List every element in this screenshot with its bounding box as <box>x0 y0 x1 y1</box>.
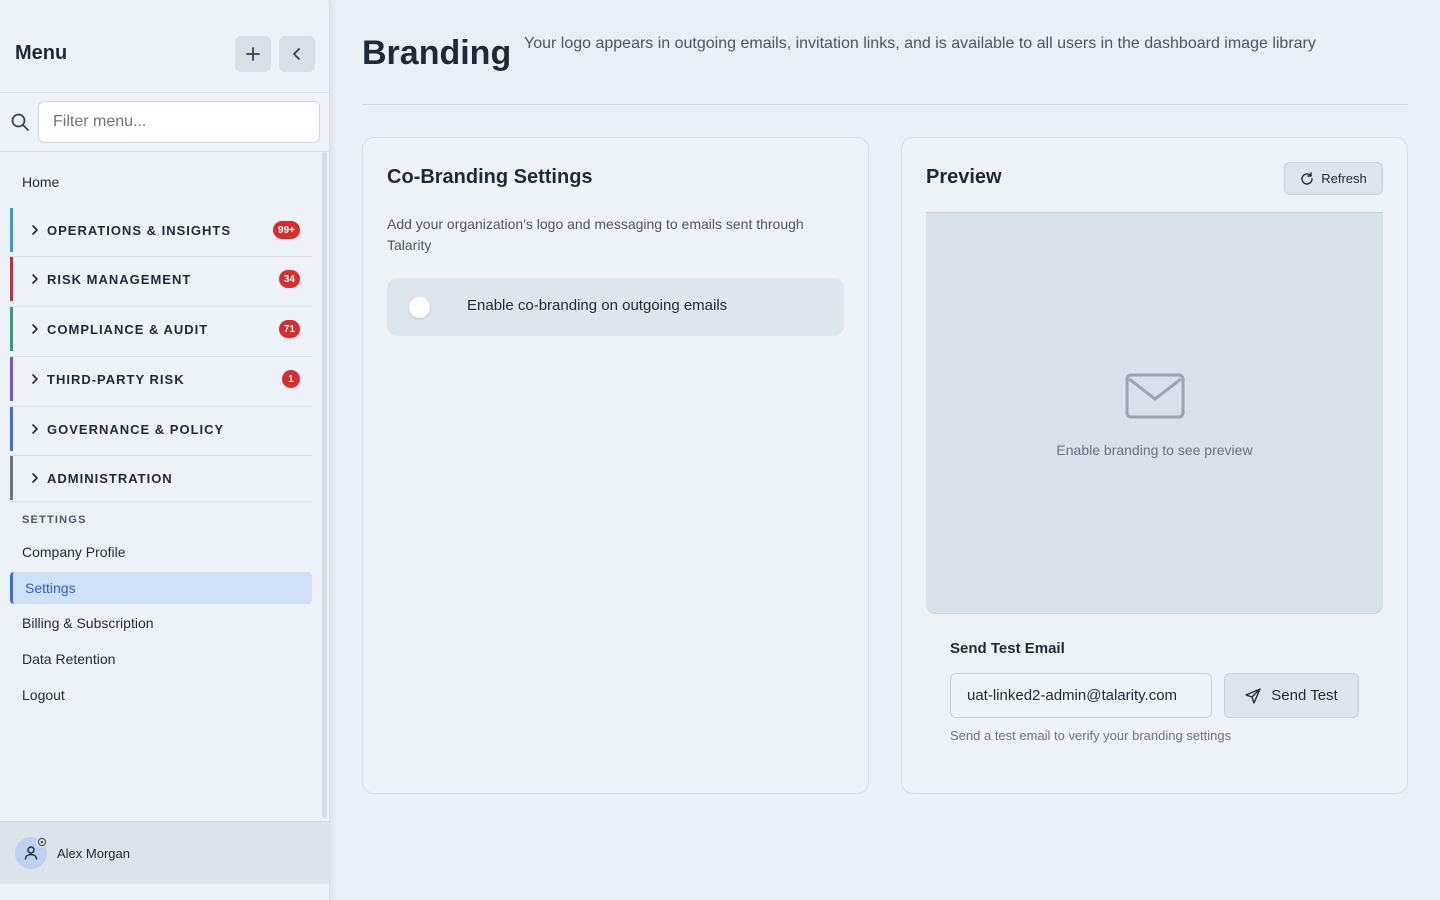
co-branding-description: Add your organization's logo and messagi… <box>387 216 804 253</box>
refresh-label: Refresh <box>1321 171 1367 186</box>
header-divider <box>362 104 1408 105</box>
co-branding-card: Co-Branding Settings Add your organizati… <box>362 137 869 794</box>
co-branding-toggle[interactable] <box>409 297 430 318</box>
mail-icon <box>1125 373 1185 419</box>
co-branding-toggle-row[interactable]: Enable co-branding on outgoing emails <box>387 278 844 336</box>
sidebar-group-administration[interactable]: ADMINISTRATION <box>10 456 312 500</box>
chevron-right-icon <box>32 374 38 384</box>
sidebar-group-risk-management[interactable]: RISK MANAGEMENT 34 <box>10 257 312 301</box>
user-name: Alex Morgan <box>57 846 130 861</box>
search-icon <box>11 113 29 131</box>
filter-menu-input[interactable] <box>38 101 320 143</box>
count-badge: 34 <box>278 270 300 288</box>
send-test-label: Send Test <box>1271 687 1338 704</box>
sidebar-group-label: OPERATIONS & INSIGHTS <box>47 222 231 238</box>
send-icon <box>1245 687 1261 704</box>
collapse-sidebar-button[interactable] <box>279 36 315 72</box>
send-test-hint: Send a test email to verify your brandin… <box>950 728 1232 743</box>
sidebar-group-operations-insights[interactable]: OPERATIONS & INSIGHTS 99+ <box>10 208 312 252</box>
preview-title: Preview <box>926 166 1002 188</box>
sidebar-item-billing[interactable]: Billing & Subscription <box>22 615 154 631</box>
sidebar-title: Menu <box>15 42 68 64</box>
count-badge: 1 <box>282 370 300 388</box>
sidebar: Menu Home OPERATIONS & INSIGHTS 99+ RISK… <box>0 0 330 900</box>
co-branding-toggle-label: Enable co-branding on outgoing emails <box>467 297 728 314</box>
chevron-right-icon <box>32 324 38 334</box>
sidebar-group-label: GOVERNANCE & POLICY <box>47 421 225 437</box>
count-badge: 71 <box>278 320 300 338</box>
send-test-title: Send Test Email <box>950 640 1065 657</box>
sidebar-item-data-retention[interactable]: Data Retention <box>22 651 115 667</box>
chevron-right-icon <box>32 473 38 483</box>
preview-card: Preview Refresh Enable branding to see p… <box>901 137 1408 794</box>
sidebar-header: Menu <box>0 0 330 93</box>
co-branding-title: Co-Branding Settings <box>387 166 593 188</box>
refresh-button[interactable]: Refresh <box>1284 162 1383 195</box>
sidebar-group-label: THIRD-PARTY RISK <box>47 371 185 387</box>
sidebar-item-company-profile[interactable]: Company Profile <box>22 544 126 560</box>
sidebar-group-governance-policy[interactable]: GOVERNANCE & POLICY <box>10 407 312 451</box>
sidebar-group-label: ADMINISTRATION <box>47 470 173 486</box>
send-test-button[interactable]: Send Test <box>1224 673 1359 718</box>
email-preview-area: Enable branding to see preview <box>926 212 1383 614</box>
preview-empty-text: Enable branding to see preview <box>1056 442 1253 458</box>
page-subtitle: Your logo appears in outgoing emails, in… <box>524 35 1316 52</box>
sidebar-group-label: RISK MANAGEMENT <box>47 271 192 287</box>
sidebar-group-third-party-risk[interactable]: THIRD-PARTY RISK 1 <box>10 357 312 401</box>
sidebar-item-home[interactable]: Home <box>22 174 59 190</box>
user-footer[interactable]: Alex Morgan <box>0 821 330 884</box>
sidebar-item-settings[interactable]: Settings <box>10 572 312 604</box>
chevron-left-icon <box>293 48 300 60</box>
settings-section-header: SETTINGS <box>22 514 87 526</box>
plus-icon <box>246 47 260 61</box>
count-badge: 99+ <box>273 221 300 239</box>
chevron-right-icon <box>32 225 38 235</box>
group-divider <box>10 501 312 502</box>
sidebar-group-compliance-audit[interactable]: COMPLIANCE & AUDIT 71 <box>10 307 312 351</box>
sidebar-group-label: COMPLIANCE & AUDIT <box>47 321 209 337</box>
refresh-icon <box>1301 171 1313 185</box>
sidebar-item-logout[interactable]: Logout <box>22 687 65 703</box>
page-title: Branding <box>362 34 512 72</box>
sidebar-scrollbar[interactable] <box>322 152 327 818</box>
chevron-right-icon <box>32 274 38 284</box>
chevron-right-icon <box>32 424 38 434</box>
user-icon <box>24 846 38 860</box>
test-email-input[interactable] <box>950 673 1212 718</box>
add-menu-button[interactable] <box>235 36 271 72</box>
sidebar-item-label: Settings <box>25 580 76 596</box>
sidebar-divider <box>0 151 330 152</box>
gear-icon <box>36 836 48 848</box>
